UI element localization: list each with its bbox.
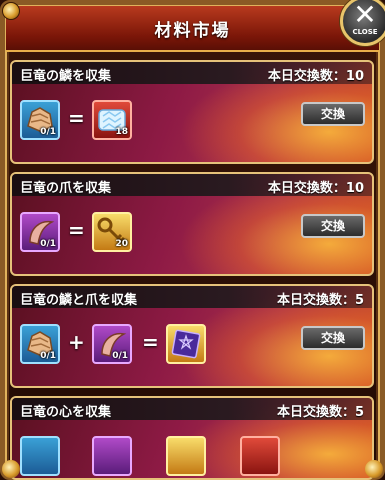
tome-icon — [171, 329, 201, 359]
item-quantity: 0/1 — [40, 351, 56, 361]
item-slot[interactable] — [166, 436, 206, 476]
crystal-bundle-slot[interactable]: 18 — [92, 100, 132, 140]
close-button[interactable]: ✕ CLOSE — [340, 0, 385, 46]
daily-exchange-count: 本日交換数：5 — [276, 293, 364, 308]
plus-sign: + — [68, 330, 85, 354]
dragon-scale-slot[interactable]: 0/1 — [20, 100, 60, 140]
daily-exchange-count: 本日交換数：5 — [276, 405, 364, 420]
close-label: CLOSE — [352, 28, 378, 36]
window-title: 材料市場 — [154, 21, 231, 41]
item-quantity: 18 — [115, 127, 128, 137]
exchange-card: 巨竜の鱗と爪を収集 本日交換数：5 0/1 + 0/1 = 交換 — [10, 284, 374, 388]
card-title: 巨竜の心を収集 — [20, 405, 112, 420]
card-title: 巨竜の鱗と爪を収集 — [20, 293, 138, 308]
dragon-claw-slot[interactable]: 0/1 — [20, 212, 60, 252]
exchange-button[interactable]: 交換 — [301, 326, 365, 350]
item-quantity: 0/1 — [40, 127, 56, 137]
exchange-card: 巨竜の鱗を収集 本日交換数：10 0/1 = 18 交換 — [10, 60, 374, 164]
frame-ornament — [365, 460, 383, 478]
card-title: 巨竜の鱗を収集 — [20, 69, 112, 84]
card-title: 巨竜の爪を収集 — [20, 181, 112, 196]
item-quantity: 20 — [115, 239, 128, 249]
exchange-button[interactable]: 交換 — [301, 214, 365, 238]
item-quantity: 0/1 — [40, 239, 56, 249]
item-quantity: 0/1 — [112, 351, 128, 361]
dragon-claw-slot[interactable]: 0/1 — [92, 324, 132, 364]
purple-tome-slot[interactable] — [166, 324, 206, 364]
daily-exchange-count: 本日交換数：10 — [267, 181, 364, 196]
equals-sign: = — [68, 218, 85, 242]
equals-sign: = — [142, 330, 159, 354]
exchange-card: 巨竜の心を収集 本日交換数：5 — [10, 396, 374, 480]
item-slot[interactable] — [20, 436, 60, 476]
close-icon: ✕ — [353, 0, 377, 31]
exchange-card: 巨竜の爪を収集 本日交換数：10 0/1 = 20 交換 — [10, 172, 374, 276]
item-slot[interactable] — [240, 436, 280, 476]
exchange-button[interactable]: 交換 — [301, 102, 365, 126]
gold-key-slot[interactable]: 20 — [92, 212, 132, 252]
daily-exchange-count: 本日交換数：10 — [267, 69, 364, 84]
frame-ornament — [2, 460, 20, 478]
equals-sign: = — [68, 106, 85, 130]
dragon-scale-slot[interactable]: 0/1 — [20, 324, 60, 364]
item-slot[interactable] — [92, 436, 132, 476]
frame-ornament — [2, 2, 20, 20]
